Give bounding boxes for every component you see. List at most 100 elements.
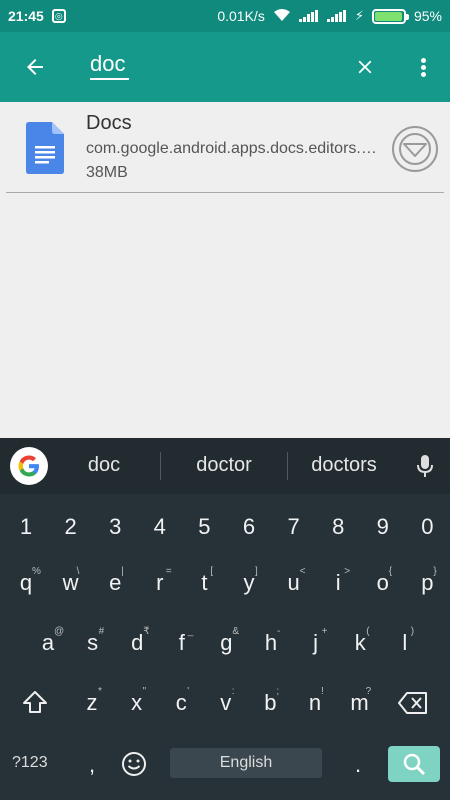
shift-key[interactable] — [22, 690, 48, 719]
divider — [6, 192, 444, 193]
overflow-menu-button[interactable] — [398, 32, 448, 102]
key-alt-symbol: # — [98, 626, 105, 637]
suggestion-separator — [160, 452, 161, 480]
key-3[interactable]: 3 — [93, 514, 137, 540]
voice-input-button[interactable] — [416, 454, 434, 483]
search-results: Docs com.google.android.apps.docs.editor… — [0, 102, 450, 438]
key-g[interactable]: g — [204, 630, 248, 656]
key-4[interactable]: 4 — [138, 514, 182, 540]
key-alt-symbol: [ — [210, 566, 214, 577]
backspace-key[interactable] — [398, 692, 428, 719]
search-input[interactable]: doc — [90, 50, 130, 80]
key-0[interactable]: 0 — [405, 514, 449, 540]
charging-icon: ⚡ — [354, 8, 364, 23]
suggestion-separator — [287, 452, 288, 480]
clear-search-button[interactable] — [340, 32, 390, 102]
key-alt-symbol: + — [321, 626, 328, 637]
key-alt-symbol: ₹ — [143, 626, 150, 637]
key-alt-symbol: : — [231, 686, 235, 697]
notification-icon: ◎ — [51, 9, 66, 23]
search-app-bar: doc — [0, 32, 450, 102]
key-alt-symbol: ! — [321, 686, 324, 697]
key-alt-symbol: * — [98, 686, 102, 697]
key-i[interactable]: i — [316, 570, 360, 596]
key-2[interactable]: 2 — [49, 514, 93, 540]
key-u[interactable]: u — [272, 570, 316, 596]
key-alt-symbol: % — [32, 566, 41, 577]
symbols-key[interactable]: ?123 — [12, 754, 48, 772]
cell-signal-icon — [298, 10, 319, 22]
key-x[interactable]: x — [115, 690, 159, 716]
key-f[interactable]: f — [160, 630, 204, 656]
battery-percent: 95% — [413, 8, 442, 24]
key-alt-symbol: _ — [187, 626, 194, 637]
key-9[interactable]: 9 — [361, 514, 405, 540]
key-l[interactable]: l — [383, 630, 427, 656]
smiley-icon — [122, 752, 146, 776]
battery-icon — [371, 8, 409, 24]
suggestion-strip: doc doctor doctors — [0, 438, 450, 494]
comma-key[interactable]: , — [70, 752, 114, 778]
key-j[interactable]: j — [294, 630, 338, 656]
suggestion-3[interactable]: doctors — [294, 454, 394, 477]
key-w[interactable]: w — [49, 570, 93, 596]
key-1[interactable]: 1 — [4, 514, 48, 540]
key-alt-symbol: & — [232, 626, 240, 637]
key-alt-symbol: ] — [255, 566, 258, 577]
wifi-icon — [273, 8, 291, 25]
shift-icon — [23, 691, 47, 713]
key-7[interactable]: 7 — [272, 514, 316, 540]
key-y[interactable]: y — [227, 570, 271, 596]
close-icon — [358, 60, 372, 74]
key-alt-symbol: ? — [365, 686, 372, 697]
key-o[interactable]: o — [361, 570, 405, 596]
key-p[interactable]: p — [405, 570, 449, 596]
key-t[interactable]: t — [182, 570, 226, 596]
battery-level — [374, 11, 402, 21]
key-b[interactable]: b — [248, 690, 292, 716]
period-key[interactable]: . — [336, 752, 380, 778]
key-r[interactable]: r — [138, 570, 182, 596]
key-c[interactable]: c — [159, 690, 203, 716]
key-k[interactable]: k — [338, 630, 382, 656]
key-alt-symbol: < — [299, 566, 306, 577]
key-alt-symbol: ( — [366, 626, 370, 637]
app-size: 38MB — [86, 164, 128, 181]
key-d[interactable]: d — [115, 630, 159, 656]
microphone-icon — [417, 455, 433, 477]
suggestion-1[interactable]: doc — [54, 454, 154, 477]
backspace-icon — [398, 692, 427, 714]
key-6[interactable]: 6 — [227, 514, 271, 540]
emoji-key[interactable] — [120, 750, 148, 783]
arrow-left-icon — [27, 59, 43, 75]
search-key[interactable] — [388, 746, 440, 782]
search-icon — [403, 753, 426, 776]
key-alt-symbol: - — [277, 626, 281, 637]
key-z[interactable]: z — [70, 690, 114, 716]
google-logo-button[interactable] — [10, 447, 48, 485]
result-item[interactable]: Docs com.google.android.apps.docs.editor… — [0, 102, 450, 194]
keyboard: doc doctor doctors 1 2 3 4 5 6 7 8 9 0 q% w \ e | r = t[y… — [0, 438, 450, 800]
more-vert-icon — [420, 56, 426, 79]
install-button[interactable] — [392, 126, 438, 172]
download-icon — [399, 133, 431, 165]
suggestion-2[interactable]: doctor — [174, 454, 274, 477]
key-alt-symbol: ) — [410, 626, 415, 637]
key-8[interactable]: 8 — [316, 514, 360, 540]
key-n[interactable]: n — [293, 690, 337, 716]
key-5[interactable]: 5 — [182, 514, 226, 540]
key-alt-symbol: @ — [54, 626, 65, 637]
key-s[interactable]: s — [71, 630, 115, 656]
back-button[interactable] — [0, 32, 70, 102]
key-v[interactable]: v — [204, 690, 248, 716]
key-m[interactable]: m — [338, 690, 382, 716]
space-key[interactable]: English — [170, 748, 322, 778]
key-alt-symbol: " — [142, 686, 147, 697]
key-q[interactable]: q — [4, 570, 48, 596]
key-e[interactable]: e — [93, 570, 137, 596]
key-h[interactable]: h — [249, 630, 293, 656]
key-alt-symbol: } — [433, 566, 437, 577]
app-name: Docs — [86, 112, 132, 134]
app-package: com.google.android.apps.docs.editors.doc… — [86, 140, 384, 157]
key-alt-symbol: > — [344, 566, 351, 577]
